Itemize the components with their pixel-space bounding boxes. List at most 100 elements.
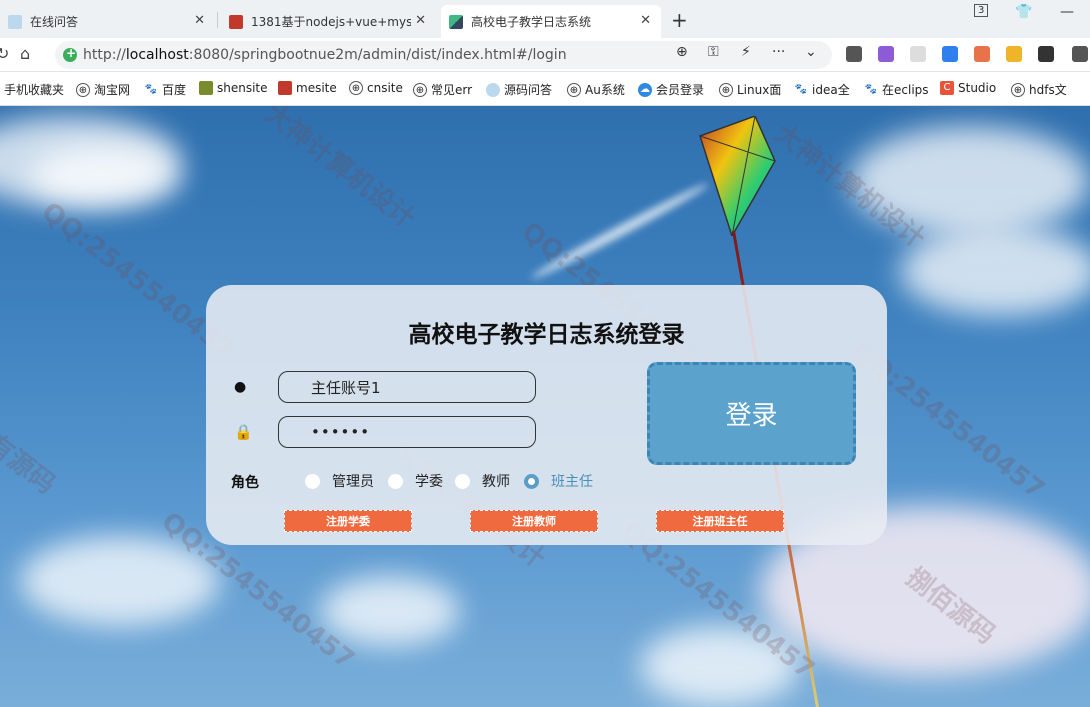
- globe-icon: ⊕: [567, 82, 581, 97]
- refresh-icon[interactable]: ↻: [0, 44, 9, 63]
- tab-label: 高校电子教学日志系统: [471, 15, 592, 29]
- bookmark-label: Linux面: [737, 83, 782, 97]
- globe-icon: ⊕: [76, 82, 90, 97]
- tab-online-qa[interactable]: 在线问答 ✕: [0, 5, 215, 38]
- home-icon[interactable]: ⌂: [20, 44, 30, 63]
- role-label: 角色: [231, 475, 259, 491]
- reader-icon[interactable]: [846, 46, 862, 62]
- register-teacher-button[interactable]: 注册教师: [470, 510, 598, 532]
- fox-icon[interactable]: [974, 46, 990, 62]
- browser-chrome: 在线问答 ✕ 1381基于nodejs+vue+mysq ✕ 高校电子教学日志系…: [0, 0, 1090, 106]
- bookmark-label: 常见err: [431, 83, 473, 97]
- swirl-icon: [8, 14, 22, 29]
- role-radio-head-teacher[interactable]: 班主任: [524, 471, 593, 491]
- password-input[interactable]: [278, 416, 536, 448]
- globe-icon: ⊕: [719, 82, 733, 97]
- bookmark-taobao[interactable]: ⊕ 淘宝网: [76, 81, 130, 98]
- register-monitor-button[interactable]: 注册学委: [284, 510, 412, 532]
- minimize-icon[interactable]: —: [1060, 4, 1074, 20]
- close-icon[interactable]: ✕: [415, 13, 426, 28]
- search-ext-icon[interactable]: [942, 46, 958, 62]
- login-button[interactable]: 登录: [647, 362, 856, 465]
- close-icon[interactable]: ✕: [640, 13, 651, 28]
- bookmark-label: 会员登录: [656, 83, 705, 97]
- scissors-icon[interactable]: [910, 46, 926, 62]
- bookmark-linux[interactable]: ⊕ Linux面: [719, 81, 781, 98]
- bookmark-baidu[interactable]: 🐾 百度: [144, 81, 186, 98]
- cloud: [30, 146, 180, 206]
- bookmark-cnsite[interactable]: ⊕ cnsite: [349, 81, 403, 95]
- radio-dot[interactable]: [524, 473, 539, 489]
- watermark: 拥有源码: [0, 412, 61, 501]
- more-icon[interactable]: ···: [772, 44, 785, 60]
- square-icon: [278, 81, 292, 95]
- vue-icon: [449, 14, 463, 29]
- bookmark-errors[interactable]: ⊕ 常见err: [413, 81, 472, 98]
- bookmark-label: 百度: [162, 83, 187, 97]
- shirt-icon[interactable]: 👕: [1015, 4, 1032, 20]
- radio-label: 班主任: [551, 474, 593, 490]
- apps-grid-icon[interactable]: [1038, 46, 1054, 62]
- cloud: [850, 126, 1090, 236]
- bolt-icon[interactable]: ⚡: [741, 44, 751, 60]
- url-host: localhost: [125, 47, 189, 63]
- bookmark-idea[interactable]: 🐾 idea全: [794, 81, 850, 98]
- key-icon[interactable]: ⚿: [708, 44, 719, 60]
- bookmark-eclipse[interactable]: 🐾 在eclips: [864, 81, 929, 98]
- extensions-icon[interactable]: [1072, 46, 1088, 62]
- cloud: [640, 626, 800, 706]
- login-page: QQ:2545540457 大神计算机设计 QQ:2545540457 大神计算…: [0, 106, 1090, 707]
- radio-dot[interactable]: [455, 473, 470, 489]
- chevron-down-icon[interactable]: ⌄: [805, 44, 817, 60]
- zoom-icon[interactable]: ⊕: [676, 44, 688, 60]
- url-path: :8080/springbootnue2m/admin/dist/index.h…: [188, 47, 567, 63]
- role-radio-admin[interactable]: 管理员: [305, 471, 374, 491]
- bookmark-au[interactable]: ⊕ Au系统: [567, 81, 625, 98]
- cloud: [320, 576, 460, 646]
- bookmark-mobile[interactable]: 手机收藏夹: [4, 81, 64, 98]
- bookmark-hdfs[interactable]: ⊕ hdfs文: [1011, 81, 1067, 98]
- bookmark-source-qa[interactable]: 源码问答: [486, 81, 552, 98]
- role-radio-teacher[interactable]: 教师: [455, 471, 510, 491]
- cloud: [900, 226, 1090, 316]
- close-icon[interactable]: ✕: [194, 13, 205, 28]
- globe-icon: ⊕: [349, 81, 363, 95]
- tab-project[interactable]: 1381基于nodejs+vue+mysq ✕: [221, 5, 436, 38]
- bookmark-label: 源码问答: [504, 83, 553, 97]
- bookmark-shensite[interactable]: shensite: [199, 81, 268, 95]
- contrail: [529, 179, 711, 283]
- username-input[interactable]: [278, 371, 536, 403]
- secure-icon: [63, 46, 77, 62]
- tab-counter[interactable]: 3: [974, 4, 989, 17]
- login-title: 高校电子教学日志系统登录: [408, 322, 685, 348]
- radio-dot[interactable]: [388, 473, 403, 489]
- radio-label: 管理员: [332, 474, 374, 490]
- tab-active-login[interactable]: 高校电子教学日志系统 ✕: [441, 5, 661, 38]
- register-head-teacher-button[interactable]: 注册班主任: [656, 510, 784, 532]
- url-prefix: http://: [83, 47, 126, 63]
- radio-dot[interactable]: [305, 473, 320, 489]
- user-icon: ●: [234, 379, 247, 395]
- tab-bar: 在线问答 ✕ 1381基于nodejs+vue+mysq ✕ 高校电子教学日志系…: [0, 0, 1090, 38]
- bookmark-label: shensite: [217, 81, 268, 95]
- paw-icon: 🐾: [794, 83, 808, 95]
- bookmarks-bar: 手机收藏夹 ⊕ 淘宝网 🐾 百度 shensite mesite ⊕ cnsite ⊕…: [0, 72, 1090, 106]
- project-icon: [229, 14, 243, 29]
- lock-icon: 🔒: [234, 423, 253, 441]
- translate-icon[interactable]: [878, 46, 894, 62]
- bookmark-mesite[interactable]: mesite: [278, 81, 337, 95]
- new-tab-icon[interactable]: +: [671, 8, 688, 32]
- bookmark-label: mesite: [296, 81, 337, 95]
- bookmark-member-login[interactable]: ☁ 会员登录: [638, 81, 704, 98]
- c-icon: C: [940, 81, 954, 95]
- paw-icon: 🐾: [144, 83, 158, 95]
- address-bar-row: ↻ ⌂ http://localhost:8080/springbootnue2…: [0, 38, 1090, 72]
- login-card: 高校电子教学日志系统登录 ● 🔒 角色 管理员 学委 教师 班主任 登录 注册学…: [206, 285, 887, 545]
- shield-icon[interactable]: [1006, 46, 1022, 62]
- role-radio-monitor[interactable]: 学委: [388, 471, 443, 491]
- bookmark-label: cnsite: [367, 81, 403, 95]
- shen-icon: [199, 81, 213, 95]
- bookmark-label: 在eclips: [882, 83, 929, 97]
- bookmark-studio[interactable]: C Studio: [940, 81, 996, 95]
- tab-separator: [217, 12, 218, 28]
